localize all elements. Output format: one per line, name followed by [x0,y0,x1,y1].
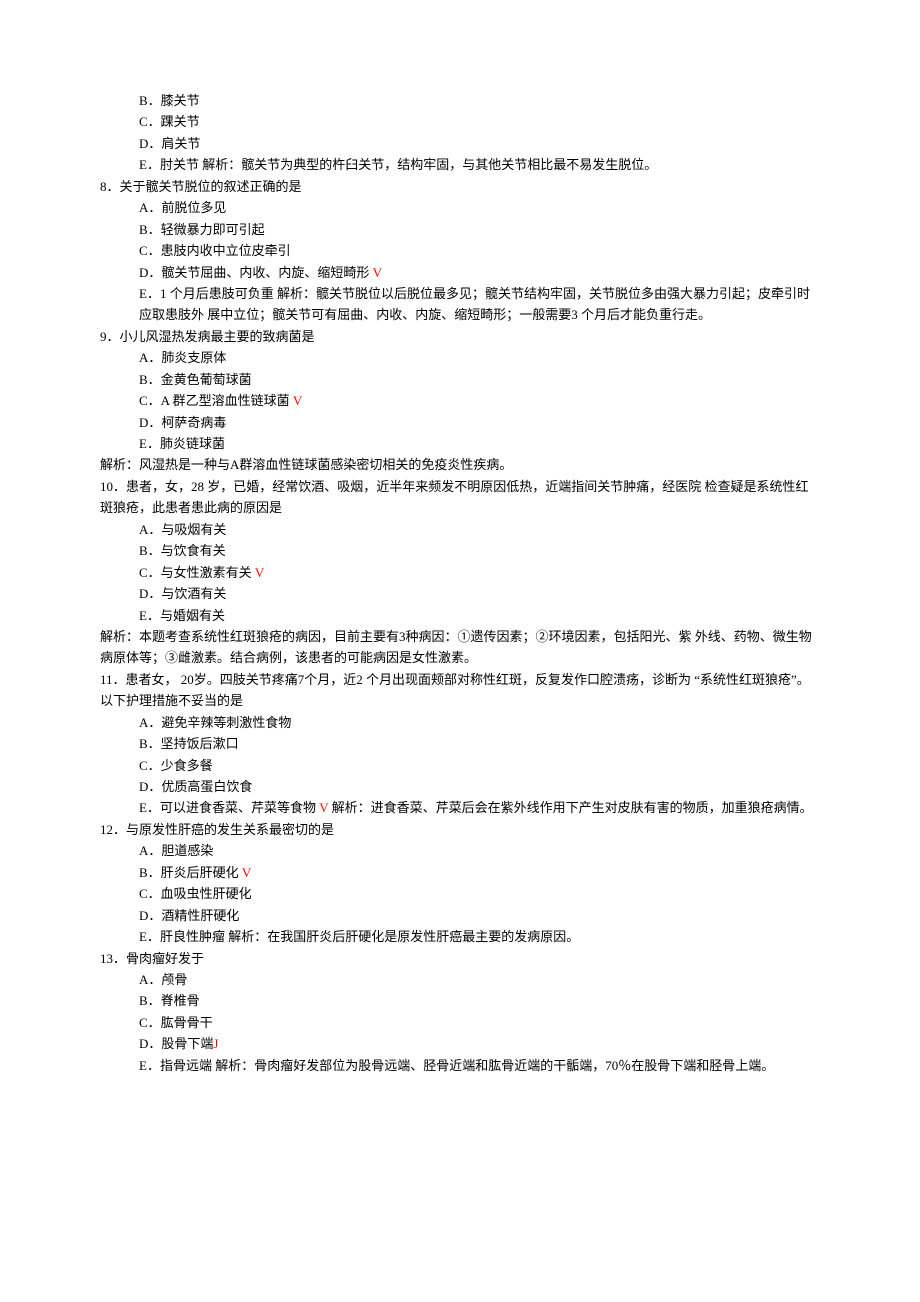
option-text: E．1 个月后患肢可负重 解析：髋关节脱位以后脱位最多见；髋关节结构牢固，关节脱… [139,286,810,322]
answer-mark: V [255,565,264,580]
q9-option-a: A．肺炎支原体 [100,347,820,368]
option-text: C．肱骨骨干 [139,1015,213,1030]
q8-stem: 8．关于髋关节脱位的叙述正确的是 [100,176,820,197]
answer-mark: V [242,865,251,880]
option-text: E．指骨远端 解析：骨肉瘤好发部位为股骨远端、胫骨近端和肱骨近端的干骺端，70％… [139,1058,774,1073]
q13-option-e: E．指骨远端 解析：骨肉瘤好发部位为股骨远端、胫骨近端和肱骨近端的干骺端，70％… [100,1055,820,1076]
stem-text: 12．与原发性肝癌的发生关系最密切的是 [100,822,334,837]
q9-option-e: E．肺炎链球菌 [100,433,820,454]
q12-option-e: E．肝良性肿瘤 解析：在我国肝炎后肝硬化是原发性肝癌最主要的发病原因。 [100,926,820,947]
q10-explain: 解析：本题考查系统性红斑狼疮的病因，目前主要有3种病因：①遗传因素；②环境因素，… [100,626,820,669]
q8-option-a: A．前脱位多见 [100,197,820,218]
option-text: E．可以进食香菜、芹菜等食物 [139,800,319,815]
q11-option-a: A．避免辛辣等刺激性食物 [100,712,820,733]
answer-mark: V [293,393,302,408]
q11-option-c: C．少食多餐 [100,755,820,776]
explain-text: 解析：风湿热是一种与A群溶血性链球菌感染密切相关的免疫炎性疾病。 [100,457,512,472]
q9-stem: 9．小儿风湿热发病最主要的致病菌是 [100,326,820,347]
q9-option-d: D．柯萨奇病毒 [100,412,820,433]
q12-option-d: D．酒精性肝硬化 [100,905,820,926]
stem-text: 11．患者女， 20岁。四肢关节疼痛7个月，近2 个月出现面颊部对称性红斑，反复… [100,672,810,708]
option-text: A．前脱位多见 [139,200,226,215]
q11-option-d: D．优质高蛋白饮食 [100,776,820,797]
q11-stem: 11．患者女， 20岁。四肢关节疼痛7个月，近2 个月出现面颊部对称性红斑，反复… [100,669,820,712]
q12-stem: 12．与原发性肝癌的发生关系最密切的是 [100,819,820,840]
option-text: C．血吸虫性肝硬化 [139,886,252,901]
option-text: A．与吸烟有关 [139,522,226,537]
answer-mark: V [319,800,328,815]
option-text: D．柯萨奇病毒 [139,415,226,430]
stem-text: 9．小儿风湿热发病最主要的致病菌是 [100,329,315,344]
option-text: C．与女性激素有关 [139,565,255,580]
q7-option-d: D．肩关节 [100,133,820,154]
q7-option-b: B．膝关节 [100,90,820,111]
option-text: A．肺炎支原体 [139,350,226,365]
option-text: A．胆道感染 [139,843,213,858]
option-text: D．股骨下端 [139,1036,213,1051]
option-text: B．轻微暴力即可引起 [139,222,265,237]
option-text: E．与婚姻有关 [139,608,225,623]
option-text: B．脊椎骨 [139,993,200,1008]
stem-text: 8．关于髋关节脱位的叙述正确的是 [100,179,302,194]
q10-option-d: D．与饮酒有关 [100,583,820,604]
option-text: D．优质高蛋白饮食 [139,779,252,794]
option-text: E．肺炎链球菌 [139,436,225,451]
option-text: D．肩关节 [139,136,200,151]
q11-option-e: E．可以进食香菜、芹菜等食物 V 解析：进食香菜、芹菜后会在紫外线作用下产生对皮… [100,797,820,818]
q10-option-a: A．与吸烟有关 [100,519,820,540]
q13-option-b: B．脊椎骨 [100,990,820,1011]
q12-option-b: B．肝炎后肝硬化 V [100,862,820,883]
option-text: C．A 群乙型溶血性链球菌 [139,393,293,408]
option-text: E．肝良性肿瘤 解析：在我国肝炎后肝硬化是原发性肝癌最主要的发病原因。 [139,929,579,944]
option-text: C．少食多餐 [139,758,213,773]
q12-option-a: A．胆道感染 [100,840,820,861]
answer-mark: J [213,1036,218,1051]
q10-stem: 10．患者，女，28 岁，已婚，经常饮酒、吸烟，近半年来频发不明原因低热，近端指… [100,476,820,519]
q10-option-e: E．与婚姻有关 [100,605,820,626]
q9-option-c: C．A 群乙型溶血性链球菌 V [100,390,820,411]
option-text: C．患肢内收中立位皮牵引 [139,243,291,258]
option-text: B．肝炎后肝硬化 [139,865,242,880]
option-text-post: 解析：进食香菜、芹菜后会在紫外线作用下产生对皮肤有害的物质，加重狼疮病情。 [328,800,812,815]
q13-option-d: D．股骨下端J [100,1033,820,1054]
q13-option-a: A．颅骨 [100,969,820,990]
option-text: C．踝关节 [139,114,200,129]
option-text: D．酒精性肝硬化 [139,908,239,923]
q7-option-c: C．踝关节 [100,111,820,132]
stem-text: 13．骨肉瘤好发于 [100,951,204,966]
q10-option-b: B．与饮食有关 [100,540,820,561]
option-text: D．与饮酒有关 [139,586,226,601]
q8-option-b: B．轻微暴力即可引起 [100,219,820,240]
q13-option-c: C．肱骨骨干 [100,1012,820,1033]
option-text: A．颅骨 [139,972,187,987]
q8-option-c: C．患肢内收中立位皮牵引 [100,240,820,261]
q9-explain: 解析：风湿热是一种与A群溶血性链球菌感染密切相关的免疫炎性疾病。 [100,454,820,475]
stem-text: 10．患者，女，28 岁，已婚，经常饮酒、吸烟，近半年来频发不明原因低热，近端指… [100,479,809,515]
q12-option-c: C．血吸虫性肝硬化 [100,883,820,904]
q8-option-d: D．髋关节屈曲、内收、内旋、缩短畸形 V [100,262,820,283]
option-text: B．金黄色葡萄球菌 [139,372,252,387]
q7-option-e: E．肘关节 解析：髋关节为典型的杵臼关节，结构牢固，与其他关节相比最不易发生脱位… [100,154,820,175]
option-text: B．与饮食有关 [139,543,226,558]
option-text: D．髋关节屈曲、内收、内旋、缩短畸形 [139,265,373,280]
answer-mark: V [373,265,382,280]
option-text: A．避免辛辣等刺激性食物 [139,715,291,730]
option-text: B．膝关节 [139,93,200,108]
q9-option-b: B．金黄色葡萄球菌 [100,369,820,390]
q11-option-b: B．坚持饭后漱口 [100,733,820,754]
q8-option-e: E．1 个月后患肢可负重 解析：髋关节脱位以后脱位最多见；髋关节结构牢固，关节脱… [100,283,820,326]
q13-stem: 13．骨肉瘤好发于 [100,948,820,969]
option-text: E．肘关节 解析：髋关节为典型的杵臼关节，结构牢固，与其他关节相比最不易发生脱位… [139,157,657,172]
explain-text: 解析：本题考查系统性红斑狼疮的病因，目前主要有3种病因：①遗传因素；②环境因素，… [100,629,812,665]
option-text: B．坚持饭后漱口 [139,736,239,751]
q10-option-c: C．与女性激素有关 V [100,562,820,583]
